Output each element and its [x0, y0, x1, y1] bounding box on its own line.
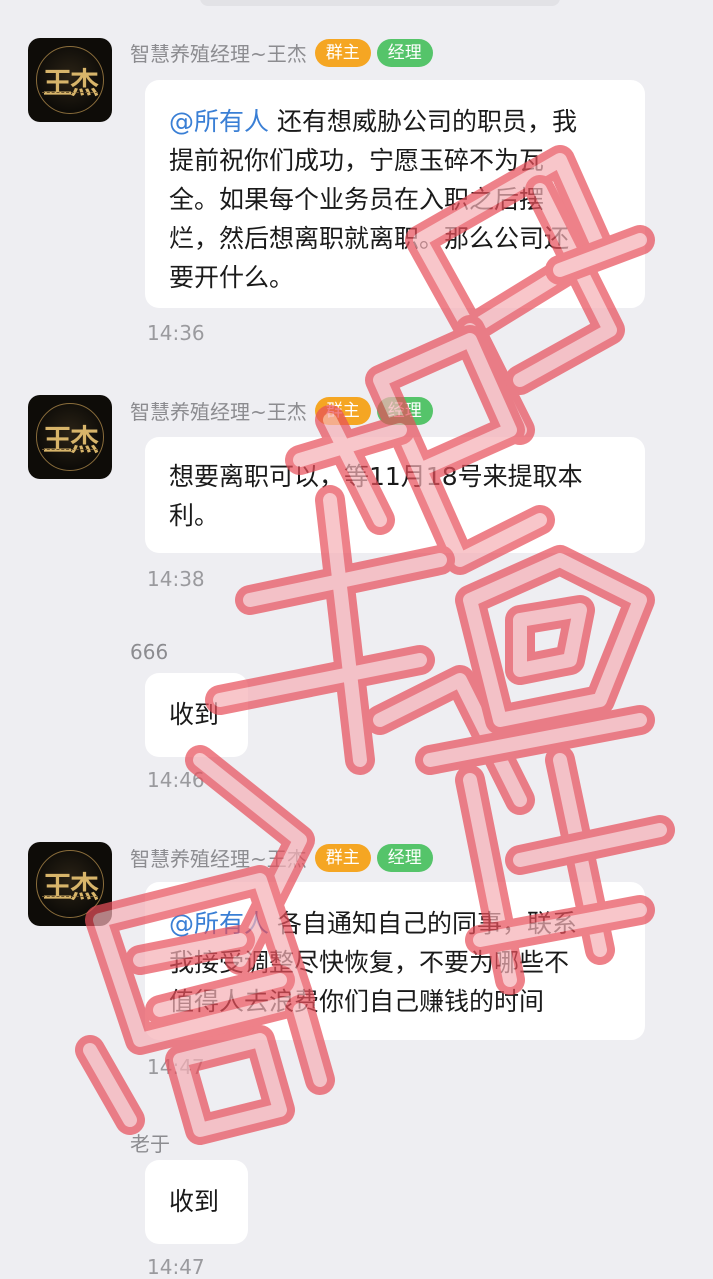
message-line: 要开什么。	[169, 263, 295, 292]
message-time: 14:38	[147, 567, 205, 591]
sender-name: 666	[130, 640, 169, 664]
message-line: 收到	[169, 1187, 220, 1216]
watermark-stroke-inner	[373, 673, 527, 807]
manager-badge: 经理	[376, 396, 433, 425]
avatar-logo-pattern	[42, 449, 98, 453]
watermark-stroke-inner	[463, 553, 647, 727]
message-line: 提前祝你们成功，宁愿玉碎不为瓦	[169, 146, 545, 175]
message-bubble[interactable]: @所有人 各自通知自己的同事，联系 我接受调整尽快恢复，不要为哪些不 值得人去浪…	[145, 882, 645, 1040]
watermark-stroke	[365, 665, 535, 815]
message-line: 想要离职可以，等11月18号来提取本	[169, 462, 583, 491]
message-line: 值得人去浪费你们自己赚钱的时间	[169, 987, 545, 1016]
sender-name: 老于	[130, 1132, 170, 1156]
message-time: 14:46	[147, 768, 205, 792]
sender-name: 智慧养殖经理~王杰	[130, 847, 307, 871]
message-line: 利。	[169, 501, 220, 530]
avatar-logo-pattern	[42, 896, 98, 900]
message-line: 收到	[169, 700, 220, 729]
avatar-logo-pattern	[42, 92, 98, 96]
watermark-stroke	[505, 595, 595, 685]
message-bubble[interactable]: 收到	[145, 1160, 248, 1244]
sender-row: 智慧养殖经理~王杰 群主 经理	[130, 396, 433, 425]
message-line: @所有人 各自通知自己的同事，联系	[169, 909, 577, 938]
message-line: @所有人 还有想威胁公司的职员，我	[169, 107, 577, 136]
avatar[interactable]: 王杰	[28, 38, 112, 122]
message-bubble[interactable]: 收到	[145, 673, 248, 757]
manager-badge: 经理	[376, 843, 433, 872]
sender-row: 智慧养殖经理~王杰 群主 经理	[130, 843, 433, 872]
group-owner-badge: 群主	[314, 38, 371, 67]
message-time: 14:36	[147, 321, 205, 345]
top-status-bar	[200, 0, 560, 6]
watermark-stroke-inner	[513, 603, 587, 677]
message-line: 全。如果每个业务员在入职之后摆	[169, 185, 545, 214]
message-line: 烂，然后想离职就离职。那么公司还	[169, 224, 570, 253]
message-time: 14:47	[147, 1255, 205, 1279]
mention-all[interactable]: @所有人	[169, 909, 269, 938]
message-bubble[interactable]: @所有人 还有想威胁公司的职员，我 提前祝你们成功，宁愿玉碎不为瓦 全。如果每个…	[145, 80, 645, 308]
message-line: 我接受调整尽快恢复，不要为哪些不	[169, 948, 570, 977]
avatar[interactable]: 王杰	[28, 395, 112, 479]
avatar[interactable]: 王杰	[28, 842, 112, 926]
mention-all[interactable]: @所有人	[169, 107, 269, 136]
message-bubble[interactable]: 想要离职可以，等11月18号来提取本 利。	[145, 437, 645, 553]
watermark-stroke	[455, 545, 655, 735]
manager-badge: 经理	[376, 38, 433, 67]
group-owner-badge: 群主	[314, 843, 371, 872]
watermark-stroke	[165, 1025, 295, 1145]
sender-name: 智慧养殖经理~王杰	[130, 42, 307, 66]
watermark-stroke-inner	[173, 1033, 287, 1137]
sender-row: 智慧养殖经理~王杰 群主 经理	[130, 38, 433, 67]
group-owner-badge: 群主	[314, 396, 371, 425]
message-time: 14:47	[147, 1055, 205, 1079]
sender-name: 智慧养殖经理~王杰	[130, 400, 307, 424]
